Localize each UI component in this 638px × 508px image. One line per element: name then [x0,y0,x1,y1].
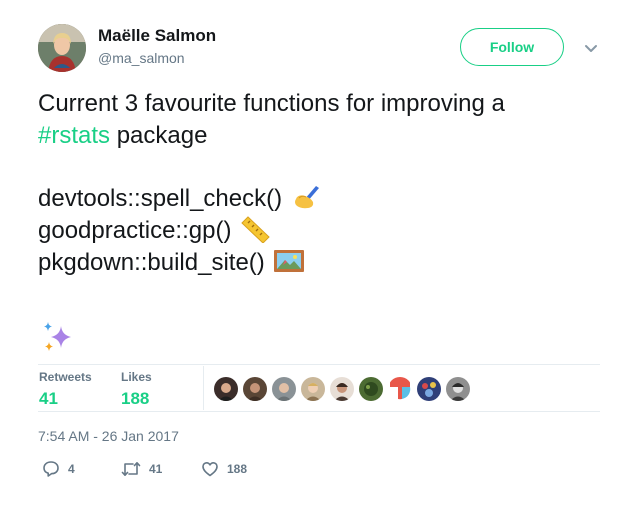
liker-avatar[interactable] [243,377,267,401]
hashtag-link[interactable]: #rstats [38,122,110,149]
author-avatar[interactable] [38,24,86,72]
likes-label: Likes [121,370,152,384]
function-text: goodpractice::gp() [38,217,232,244]
reply-button[interactable]: 4 [42,459,75,479]
chevron-down-icon [585,45,597,52]
likes-stat[interactable]: Likes 188 [121,370,152,409]
author-handle[interactable]: @ma_salmon [98,50,185,66]
likes-value: 188 [121,389,150,408]
tweet-function-2: goodpractice::gp() [38,215,608,247]
sparkles-icon [44,322,71,351]
function-text: devtools::spell_check() [38,185,283,212]
liker-avatar[interactable] [301,377,325,401]
function-text: pkgdown::build_site() [38,249,265,276]
like-button[interactable]: 188 [201,459,247,479]
follow-button[interactable]: Follow [460,28,564,66]
liker-avatar[interactable] [214,377,238,401]
liker-avatar[interactable] [359,377,383,401]
like-count: 188 [227,462,248,476]
retweets-stat[interactable]: Retweets 41 [39,370,92,409]
reply-icon [43,461,59,477]
ruler-icon [241,216,271,243]
liker-avatar[interactable] [388,377,412,401]
retweet-button[interactable]: 41 [121,459,162,479]
liker-avatar[interactable] [330,377,354,401]
liker-avatar[interactable] [272,377,296,401]
retweets-label: Retweets [39,370,92,384]
writing-hand-emoji-icon [295,186,320,209]
tweet-line-2-suffix: package [110,122,208,149]
liker-avatar[interactable] [446,377,470,401]
tweet-function-3: pkgdown::build_site() [38,247,608,279]
tweet-line-2: #rstats package [38,120,608,152]
tweet-timestamp[interactable]: 7:54 AM - 26 Jan 2017 [38,428,179,444]
retweet-icon [121,462,141,476]
stats-separator [203,366,204,410]
retweets-value: 41 [39,389,58,408]
tweet-function-1: devtools::spell_check() [38,183,608,215]
tweet-text: Current 3 favourite functions for improv… [38,88,608,279]
retweet-count: 41 [149,462,163,476]
divider-top [38,364,600,365]
heart-icon [202,462,218,477]
framed-picture-icon [273,250,304,272]
liker-avatar[interactable] [417,377,441,401]
reply-count: 4 [68,462,75,476]
more-options-button[interactable] [580,38,602,60]
tweet-line-1: Current 3 favourite functions for improv… [38,90,505,117]
author-name[interactable]: Maëlle Salmon [98,26,216,46]
divider-bottom [38,411,600,412]
